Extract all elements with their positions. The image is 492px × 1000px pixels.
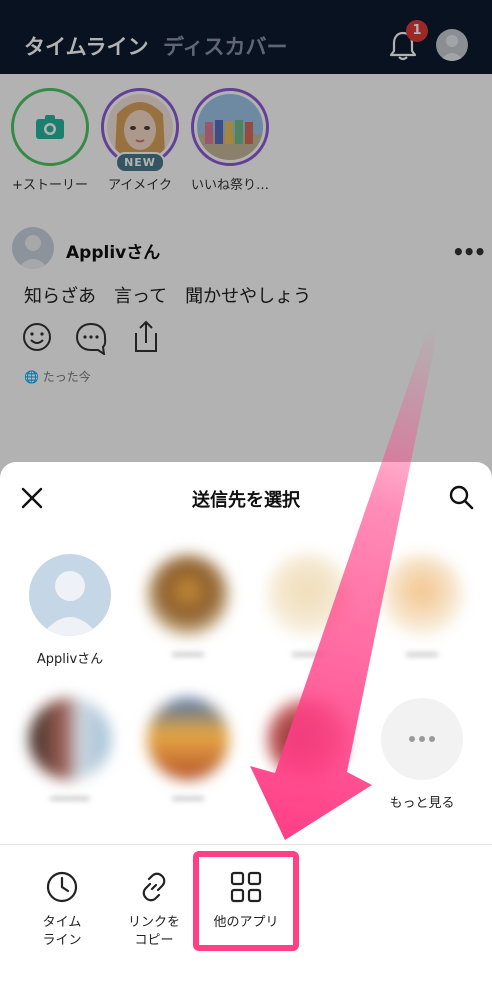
clock-icon: [46, 871, 78, 903]
action-label-text: タイム ライン: [42, 915, 82, 948]
contact-avatar: [267, 554, 349, 636]
contact-avatar: [147, 554, 229, 636]
contact-blurred[interactable]: ━━━━: [258, 554, 358, 663]
contact-blurred[interactable]: ━━━━: [258, 698, 358, 807]
link-icon: [142, 872, 166, 902]
contact-label: ━━━━: [292, 648, 324, 663]
contact-blurred[interactable]: ━━━━━: [20, 698, 120, 807]
contact-blurred[interactable]: ━━━━: [138, 554, 238, 663]
contact-applivsan[interactable]: Applivさん: [20, 554, 120, 667]
see-more-label: もっと見る: [389, 796, 455, 811]
more-icon: [381, 698, 463, 780]
share-to-timeline-button[interactable]: タイム ライン: [22, 870, 102, 950]
contact-label: ━━━━: [172, 792, 204, 807]
see-more-button[interactable]: もっと見る: [372, 698, 472, 811]
contact-avatar: [381, 554, 463, 636]
contact-avatar: [29, 554, 111, 636]
contact-blurred[interactable]: ━━━━: [138, 698, 238, 807]
contact-label: ━━━━: [172, 648, 204, 663]
share-sheet: 送信先を選択 Applivさん ━━━━ ━━━━ ━━━━ ━━━━━ ━━━…: [0, 462, 492, 1000]
app-screen: タイムライン ディスカバー 1 +ストーリー NEW アイメイク いいね祭り… …: [0, 0, 492, 1000]
contact-avatar: [29, 698, 111, 780]
contact-label: ━━━━: [406, 648, 438, 663]
contact-blurred[interactable]: ━━━━: [372, 554, 472, 663]
contact-avatar: [267, 698, 349, 780]
search-icon[interactable]: [448, 484, 474, 510]
action-label: タイム ライン: [22, 914, 102, 950]
action-label: リンクを コピー: [114, 914, 194, 950]
contact-label: ━━━━: [292, 792, 324, 807]
copy-link-button[interactable]: リンクを コピー: [114, 870, 194, 950]
divider: [0, 844, 492, 845]
sheet-title: 送信先を選択: [192, 490, 300, 511]
contact-label: ━━━━━: [50, 792, 90, 807]
action-label-text: リンクを コピー: [127, 915, 180, 948]
highlight-box: [193, 851, 299, 951]
contact-avatar: [147, 698, 229, 780]
contact-label: Applivさん: [36, 652, 104, 667]
